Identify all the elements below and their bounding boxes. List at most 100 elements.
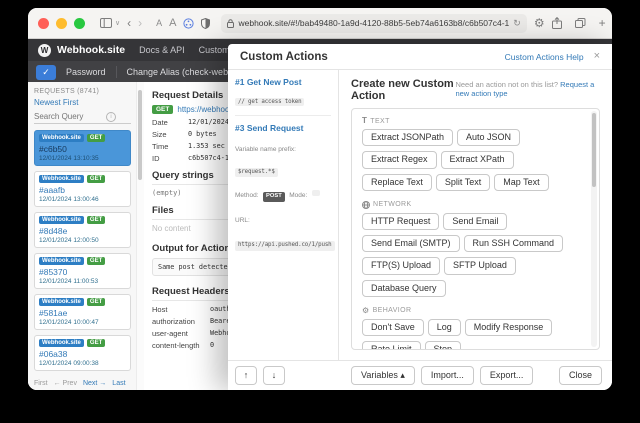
action-type-button[interactable]: Extract Regex <box>362 151 437 169</box>
method-badge: GET <box>86 175 106 183</box>
pagination-prev[interactable]: ← Prev <box>54 380 77 387</box>
action-type-button[interactable]: Replace Text <box>362 173 432 191</box>
sidebar-toggle-icon[interactable] <box>100 18 112 28</box>
sidebar-scrollbar[interactable] <box>136 82 144 390</box>
subnav-divider <box>115 66 117 78</box>
action-type-button[interactable]: Send Email (SMTP) <box>362 235 460 253</box>
section-network: NETWORK HTTP Request Send EmailSend Email… <box>362 200 589 300</box>
method-badge: GET <box>86 134 106 142</box>
sort-order-link[interactable]: Newest First <box>34 98 131 107</box>
reload-icon[interactable]: ↻ <box>513 18 521 29</box>
custom-actions-help-link[interactable]: Custom Actions Help <box>505 52 584 62</box>
method-badge: GET <box>86 257 106 265</box>
action-type-button[interactable]: Extract JSONPath <box>362 129 454 147</box>
request-timestamp: 12/01/2024 12:00:50 <box>39 237 99 244</box>
request-list-item[interactable]: Webhook.site GET #c6b50 12/01/2024 13:10… <box>34 130 131 166</box>
text-size-increase-button[interactable]: A <box>169 17 176 29</box>
pagination-first[interactable]: First <box>34 380 48 387</box>
action-3-title[interactable]: #3 Send Request <box>235 123 331 133</box>
new-tab-icon[interactable]: + <box>599 17 606 29</box>
method-badge: GET <box>152 105 174 114</box>
move-action-down-button[interactable]: ↓ <box>263 366 285 385</box>
action-type-button[interactable]: HTTP Request <box>362 212 440 230</box>
custom-actions-modal: Custom Actions Custom Actions Help × #1 … <box>228 44 612 390</box>
lock-icon <box>227 18 235 28</box>
scrollbar-thumb[interactable] <box>592 113 596 187</box>
minimize-window-button[interactable] <box>56 17 67 29</box>
back-button[interactable]: ‹ <box>127 17 131 29</box>
action-1-comment: // get access token <box>235 98 305 106</box>
share-icon[interactable] <box>551 17 562 29</box>
webhook-logo-icon: W <box>38 43 51 57</box>
password-button[interactable]: Password <box>66 67 106 77</box>
extension-icon[interactable] <box>183 17 195 29</box>
action-type-button[interactable]: Map Text <box>494 173 549 191</box>
action-item-3[interactable]: #3 Send Request Variable name prefix: $r… <box>235 123 335 263</box>
request-id[interactable]: #06a38 <box>39 349 126 359</box>
brand-title[interactable]: Webhook.site <box>57 44 125 56</box>
request-list-item[interactable]: Webhook.site GET #06a38 12/01/2024 09:00… <box>34 335 131 371</box>
action-type-button[interactable]: Database Query <box>362 279 446 297</box>
import-button[interactable]: Import... <box>420 366 474 385</box>
address-bar[interactable]: webhook.site/#!/bab49480-1a9d-4120-88b5-… <box>221 13 527 33</box>
request-list-item[interactable]: Webhook.site GET #8d48e 12/01/2024 12:00… <box>34 212 131 248</box>
status-check-button[interactable]: ✓ <box>36 64 56 80</box>
request-id[interactable]: #581ae <box>39 308 126 318</box>
request-id[interactable]: #8d48e <box>39 226 126 236</box>
tab-overview-icon[interactable] <box>574 18 586 28</box>
close-window-button[interactable] <box>38 17 49 29</box>
request-list-item[interactable]: Webhook.site GET #aaafb 12/01/2024 13:00… <box>34 171 131 207</box>
action-type-button[interactable]: Split Text <box>435 173 491 191</box>
pagination: First ← Prev Next → Last <box>34 378 131 387</box>
panel-scrollbar[interactable] <box>591 111 597 347</box>
action-type-button[interactable]: Run SSH Command <box>463 235 564 253</box>
close-icon[interactable]: × <box>594 51 600 62</box>
source-badge: Webhook.site <box>39 298 84 306</box>
method-badge: GET <box>86 216 106 224</box>
text-size-decrease-button[interactable]: A <box>156 18 162 28</box>
action-item-1[interactable]: #1 Get New Post // get access token <box>235 77 331 116</box>
export-button[interactable]: Export... <box>479 366 534 385</box>
scrollbar-thumb[interactable] <box>138 90 142 180</box>
forward-button[interactable]: › <box>138 17 142 29</box>
action-type-button[interactable]: Auto JSON <box>457 129 521 147</box>
variable-prefix-code: $request.*$ <box>235 167 278 178</box>
action-type-button[interactable]: Modify Response <box>464 318 553 336</box>
request-timestamp: 12/01/2024 13:10:35 <box>39 155 99 162</box>
text-icon: T <box>362 116 368 125</box>
request-id[interactable]: #c6b50 <box>39 144 126 154</box>
request-id[interactable]: #85370 <box>39 267 126 277</box>
requests-count-label: REQUESTS (8741) <box>34 88 100 95</box>
action-type-button[interactable]: Stop <box>424 341 462 349</box>
nav-docs-api[interactable]: Docs & API <box>139 45 185 55</box>
requests-sidebar: REQUESTS (8741) Newest First i Webhook.s… <box>28 82 136 390</box>
privacy-shield-icon[interactable] <box>201 17 211 29</box>
search-info-icon[interactable]: i <box>106 111 116 122</box>
variables-dropdown-button[interactable]: Variables ▴ <box>351 366 415 385</box>
action-type-button[interactable]: Extract XPath <box>440 151 514 169</box>
action-type-button[interactable]: Log <box>427 318 461 336</box>
search-input[interactable] <box>34 110 106 123</box>
action-1-title[interactable]: #1 Get New Post <box>235 77 331 87</box>
request-list: Webhook.site GET #c6b50 12/01/2024 13:10… <box>34 130 131 371</box>
pagination-last[interactable]: Last <box>112 380 125 387</box>
need-action-text: Need an action not on this list? Request… <box>455 80 595 98</box>
action-type-button[interactable]: SFTP Upload <box>444 257 516 275</box>
action-type-button[interactable]: Send Email <box>443 212 508 230</box>
action-type-button[interactable]: FTP(S) Upload <box>362 257 441 275</box>
chevron-down-icon[interactable]: ∨ <box>115 20 120 27</box>
action-type-button[interactable]: Don't Save <box>362 318 424 336</box>
extensions-settings-icon[interactable]: ⚙ <box>534 17 545 29</box>
request-list-item[interactable]: Webhook.site GET #85370 12/01/2024 11:00… <box>34 253 131 289</box>
section-text: T TEXT Extract JSONPath Auto JSONExtract R… <box>362 117 589 194</box>
move-action-up-button[interactable]: ↑ <box>235 366 257 385</box>
request-list-item[interactable]: Webhook.site GET #581ae 12/01/2024 10:00… <box>34 294 131 330</box>
request-id[interactable]: #aaafb <box>39 185 126 195</box>
method-badge: GET <box>86 298 106 306</box>
method-post-badge: POST <box>262 192 285 202</box>
pagination-next[interactable]: Next → <box>83 380 106 387</box>
close-button[interactable]: Close <box>558 366 602 385</box>
source-badge: Webhook.site <box>39 257 84 265</box>
zoom-window-button[interactable] <box>74 17 85 29</box>
action-type-button[interactable]: Rate Limit <box>362 341 421 349</box>
